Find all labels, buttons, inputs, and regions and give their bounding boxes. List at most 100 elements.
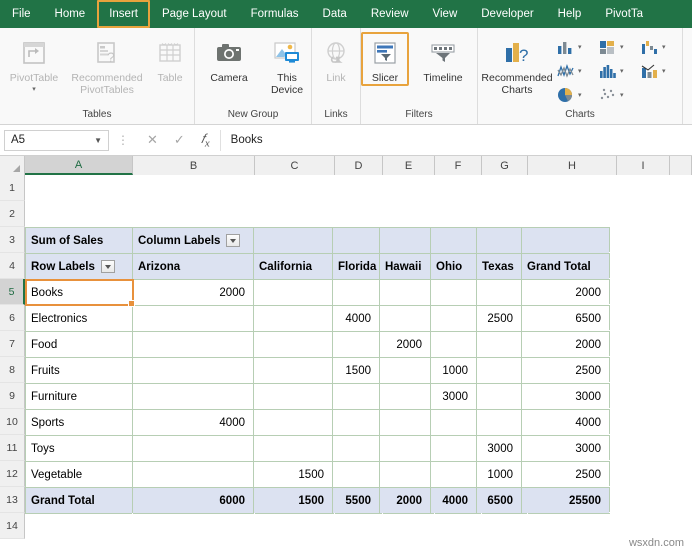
cell-b5[interactable]: 2000	[132, 279, 254, 306]
cell-a4-row-labels[interactable]: Row Labels	[25, 253, 133, 280]
name-box-chevron-down-icon[interactable]: ▼	[94, 136, 102, 145]
cell-i5[interactable]	[609, 279, 662, 305]
row-labels-filter-icon[interactable]	[100, 260, 115, 273]
cell-j7[interactable]	[662, 331, 684, 357]
tab-data[interactable]: Data	[311, 0, 359, 28]
cell-c11[interactable]	[253, 435, 333, 462]
cell-i11[interactable]	[609, 435, 662, 461]
column-header-f[interactable]: F	[435, 156, 482, 175]
row-header-13[interactable]: 13	[0, 487, 25, 513]
cell-c3[interactable]	[253, 227, 333, 254]
cell-d14[interactable]	[335, 513, 383, 539]
cell-c2[interactable]	[255, 201, 335, 227]
cell-f13[interactable]: 4000	[430, 487, 477, 514]
histogram-chart-caret[interactable]: ▾	[620, 67, 624, 75]
cell-e6[interactable]	[379, 305, 431, 332]
cell-h11[interactable]: 3000	[521, 435, 610, 462]
cell-d7[interactable]	[332, 331, 380, 358]
row-header-12[interactable]: 12	[0, 461, 25, 487]
cell-a13-grand-total[interactable]: Grand Total	[25, 487, 133, 514]
row-header-11[interactable]: 11	[0, 435, 25, 461]
cell-j8[interactable]	[662, 357, 684, 383]
cell-g11[interactable]: 3000	[476, 435, 522, 462]
column-chart-caret[interactable]: ▾	[578, 43, 582, 51]
cell-i7[interactable]	[609, 331, 662, 357]
cell-c4-california[interactable]: California	[253, 253, 333, 280]
line-chart-caret[interactable]: ▾	[578, 67, 582, 75]
cell-e12[interactable]	[379, 461, 431, 488]
cell-a6-electronics[interactable]: Electronics	[25, 305, 133, 332]
cell-d5[interactable]	[332, 279, 380, 306]
cell-e7[interactable]: 2000	[379, 331, 431, 358]
column-header-d[interactable]: D	[335, 156, 383, 175]
cell-b14[interactable]	[133, 513, 255, 539]
link-button[interactable]: Link	[312, 32, 360, 84]
column-chart-button[interactable]: ▾	[556, 38, 598, 56]
cell-e11[interactable]	[379, 435, 431, 462]
cell-e8[interactable]	[379, 357, 431, 384]
cell-g9[interactable]	[476, 383, 522, 410]
row-header-10[interactable]: 10	[0, 409, 25, 435]
row-header-4[interactable]: 4	[0, 253, 25, 279]
column-header-e[interactable]: E	[383, 156, 435, 175]
cell-a9-furniture[interactable]: Furniture	[25, 383, 133, 410]
pivottable-button[interactable]: PivotTable ▾	[0, 32, 68, 96]
cell-c6[interactable]	[253, 305, 333, 332]
column-labels-filter-icon[interactable]	[226, 234, 241, 247]
cell-h12[interactable]: 2500	[521, 461, 610, 488]
cell-i14[interactable]	[617, 513, 670, 539]
cell-h1[interactable]	[528, 175, 617, 201]
column-header-i[interactable]: I	[617, 156, 670, 175]
bar-chart-caret[interactable]: ▾	[620, 43, 624, 51]
cell-f1[interactable]	[435, 175, 482, 201]
cell-d10[interactable]	[332, 409, 380, 436]
cell-e5[interactable]	[379, 279, 431, 306]
cell-b12[interactable]	[132, 461, 254, 488]
cell-e9[interactable]	[379, 383, 431, 410]
cell-c14[interactable]	[255, 513, 335, 539]
column-header-g[interactable]: G	[482, 156, 528, 175]
row-header-3[interactable]: 3	[0, 227, 25, 253]
histogram-chart-button[interactable]: ▾	[598, 62, 640, 80]
cell-g12[interactable]: 1000	[476, 461, 522, 488]
cell-g5[interactable]	[476, 279, 522, 306]
name-box[interactable]: A5 ▼	[4, 129, 109, 151]
cell-j12[interactable]	[662, 461, 684, 487]
cell-c8[interactable]	[253, 357, 333, 384]
bar-chart-button[interactable]: ▾	[598, 38, 640, 56]
formula-input[interactable]: Books	[219, 129, 688, 151]
cell-d1[interactable]	[335, 175, 383, 201]
cell-d12[interactable]	[332, 461, 380, 488]
cell-b11[interactable]	[132, 435, 254, 462]
table-button[interactable]: Table	[146, 32, 194, 84]
cell-e2[interactable]	[383, 201, 435, 227]
map-3d-button[interactable]: M	[683, 32, 692, 84]
pie-chart-caret[interactable]: ▾	[578, 91, 582, 99]
waterfall-chart-button[interactable]: ▾	[640, 38, 682, 56]
cell-h4-grand-total[interactable]: Grand Total	[521, 253, 610, 280]
cell-f6[interactable]	[430, 305, 477, 332]
timeline-button[interactable]: Timeline	[409, 32, 477, 84]
cell-b13[interactable]: 6000	[132, 487, 254, 514]
cell-h2[interactable]	[528, 201, 617, 227]
cell-i12[interactable]	[609, 461, 662, 487]
cell-i13[interactable]	[609, 487, 662, 513]
tab-help[interactable]: Help	[546, 0, 594, 28]
cell-d9[interactable]	[332, 383, 380, 410]
cell-j9[interactable]	[662, 383, 684, 409]
cell-g1[interactable]	[482, 175, 528, 201]
cell-g8[interactable]	[476, 357, 522, 384]
cell-h8[interactable]: 2500	[521, 357, 610, 384]
cell-b4-arizona[interactable]: Arizona	[132, 253, 254, 280]
tab-developer[interactable]: Developer	[469, 0, 545, 28]
cell-j4[interactable]	[662, 253, 684, 279]
cell-h6[interactable]: 6500	[521, 305, 610, 332]
cell-a12-vegetable[interactable]: Vegetable	[25, 461, 133, 488]
select-all-corner[interactable]	[0, 156, 25, 175]
tab-pivottable[interactable]: PivotTa	[593, 0, 655, 28]
cell-i8[interactable]	[609, 357, 662, 383]
column-header-c[interactable]: C	[255, 156, 335, 175]
cell-i2[interactable]	[617, 201, 670, 227]
column-header-h[interactable]: H	[528, 156, 617, 175]
cell-h14[interactable]	[528, 513, 617, 539]
